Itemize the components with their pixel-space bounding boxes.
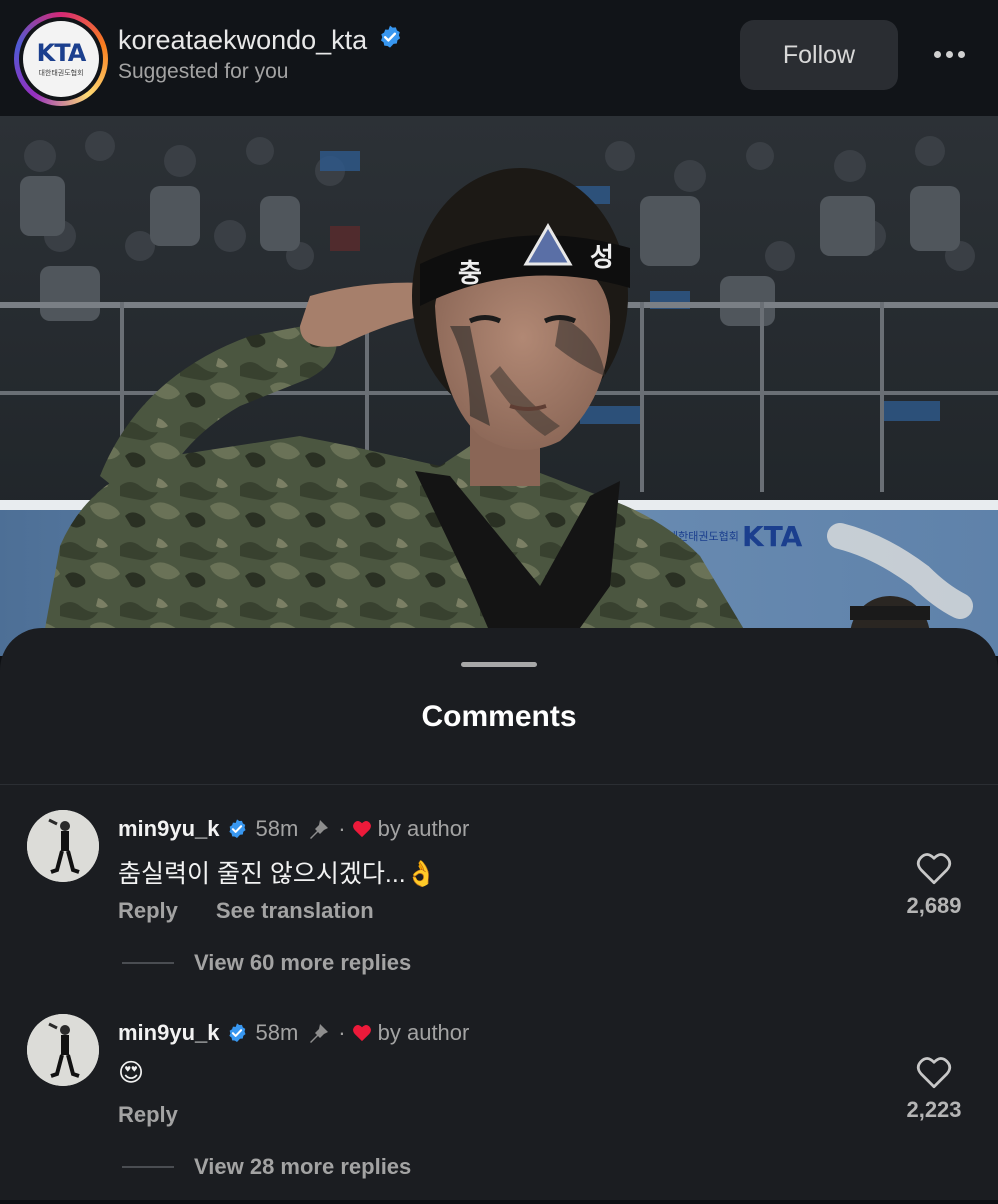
comments-sheet: Comments min9yu_k 58m · by author 춤실력이 줄… — [0, 628, 998, 1200]
reply-button[interactable]: Reply — [118, 1102, 178, 1128]
sheet-grabber[interactable] — [461, 662, 537, 667]
post-image: 대한태권도협회 KTA 충 성 — [0, 116, 998, 656]
comment-time: 58m — [255, 816, 299, 841]
post-header: KTA 대한태권도협회 koreataekwondo_kta Suggested… — [0, 0, 998, 116]
banner-logo-text: KTA — [742, 520, 803, 553]
comment-item: min9yu_k 58m · by author 😍 Reply 2,223 V… — [0, 1014, 998, 1204]
like-count: 2,223 — [906, 1097, 962, 1122]
liked-by-author-label: by author — [377, 816, 470, 841]
comment-username[interactable]: min9yu_k — [118, 816, 220, 842]
separator: · — [338, 816, 346, 841]
logo-subtext: 대한태권도협회 — [38, 68, 84, 77]
comment-time: 58m — [255, 1020, 299, 1045]
view-replies-label[interactable]: View 60 more replies — [194, 950, 411, 976]
comment-header: min9yu_k 58m · by author — [118, 1020, 469, 1046]
verified-badge-icon — [377, 24, 403, 57]
liked-by-author-label: by author — [377, 1020, 470, 1045]
comment-item: min9yu_k 58m · by author 춤실력이 줄진 않으시겠다..… — [0, 810, 998, 1000]
headband-text-2: 성 — [590, 243, 614, 273]
follow-button[interactable]: Follow — [740, 20, 898, 90]
reply-button[interactable]: Reply — [118, 898, 178, 924]
account-name[interactable]: koreataekwondo_kta — [118, 25, 367, 56]
headband-text-1: 충 — [458, 259, 482, 289]
view-replies-button[interactable]: View 28 more replies — [122, 1154, 411, 1180]
comment-text: 😍 — [118, 1059, 145, 1087]
commenter-avatar[interactable] — [27, 810, 99, 882]
logo-text: KTA — [36, 38, 87, 67]
view-replies-label[interactable]: View 28 more replies — [194, 1154, 411, 1180]
like-count: 2,689 — [906, 893, 962, 918]
comment-like[interactable]: 2,689 — [898, 852, 970, 919]
heart-outline-icon — [916, 1057, 952, 1089]
more-options-icon[interactable] — [924, 34, 974, 74]
suggested-label: Suggested for you — [118, 60, 289, 83]
account-avatar[interactable]: KTA 대한태권도협회 — [14, 12, 108, 106]
verified-badge-icon — [226, 818, 248, 840]
heart-filled-icon — [352, 1024, 372, 1042]
comment-text: 춤실력이 줄진 않으시겠다...👌 — [118, 860, 437, 888]
sheet-title: Comments — [421, 700, 577, 733]
view-replies-button[interactable]: View 60 more replies — [122, 950, 411, 976]
pin-icon — [306, 1022, 332, 1044]
verified-badge-icon — [226, 1022, 248, 1044]
kta-logo: KTA 대한태권도협회 — [23, 21, 99, 97]
heart-outline-icon — [916, 853, 952, 885]
heart-filled-icon — [352, 820, 372, 838]
pin-icon — [306, 818, 332, 840]
divider — [0, 784, 998, 785]
post-photo[interactable]: 대한태권도협회 KTA 충 성 — [0, 116, 998, 656]
account-name-row[interactable]: koreataekwondo_kta — [118, 24, 403, 57]
separator: · — [338, 1020, 346, 1045]
see-translation-button[interactable]: See translation — [216, 898, 374, 924]
comment-header: min9yu_k 58m · by author — [118, 816, 469, 842]
comment-like[interactable]: 2,223 — [898, 1056, 970, 1123]
commenter-avatar[interactable] — [27, 1014, 99, 1086]
comment-actions: Reply — [118, 1102, 178, 1128]
comment-actions: Reply See translation — [118, 898, 374, 924]
comment-username[interactable]: min9yu_k — [118, 1020, 220, 1046]
